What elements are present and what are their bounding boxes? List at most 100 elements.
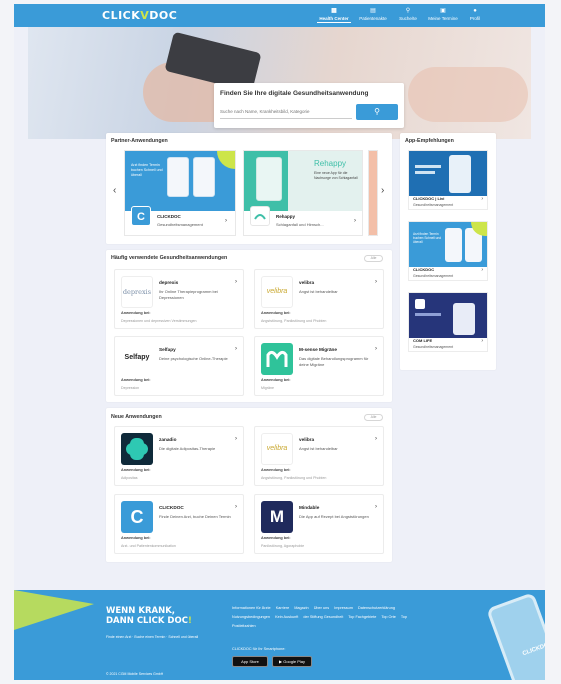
app-card-deprexis[interactable]: deprexis deprexis Ihr Online Therapiepro… (114, 269, 244, 329)
nav-meine-termine[interactable]: ▣ Meine Termine (426, 7, 460, 25)
recommendation-name: CLICKDOC | Livi (413, 196, 445, 201)
app-name: Selfapy (159, 347, 176, 352)
show-all-button[interactable]: Alle (364, 255, 383, 262)
partner-panel: Partner-Anwendungen ‹ › Arzt finden Term… (106, 133, 392, 244)
search-button[interactable]: ⚲ (356, 104, 398, 120)
user-icon: ● (473, 8, 477, 14)
recommendation-sub: Gesundheitsmanagement (413, 203, 454, 207)
app-name: deprexis (159, 280, 179, 285)
recommendation-card-livi[interactable]: CLICKDOC | Livi Gesundheitsmanagement › (408, 150, 488, 210)
partner-card-name: CLICKDOC (157, 214, 181, 219)
search-input[interactable] (220, 105, 352, 119)
footer-link[interactable]: Informationen für Ärzte (232, 606, 271, 610)
app-card-clickdoc[interactable]: C CLICKDOC Finde Deinen Arzt, buche Dein… (114, 494, 244, 554)
usage-label: Anwendung bei: (261, 311, 291, 315)
recommendation-card-com-life[interactable]: COM LIFE Gesundheitsmanagement › (408, 292, 488, 352)
partner-card-partial[interactable] (368, 150, 378, 236)
com-life-logo-icon (415, 299, 425, 309)
google-play-button[interactable]: ▶ Google Play (272, 656, 312, 667)
usage-label: Anwendung bei: (121, 536, 151, 540)
app-name: M-sense Migräne (299, 347, 338, 352)
app-card-velibra[interactable]: velibra velibra Angst ist behandelbar › … (254, 426, 384, 486)
recommendation-art (409, 151, 487, 196)
app-description: Deine psychologische Online-Therapie (159, 356, 228, 361)
chevron-right-icon: › (375, 346, 377, 352)
partner-card-rehappy[interactable]: Rehappy Eine neue App für die Nachsorge … (243, 150, 363, 236)
footer-link[interactable]: der Stiftung Gesundheit (303, 615, 343, 619)
search-title: Finden Sie Ihre digitale Gesundheitsanwe… (220, 90, 369, 97)
usage-value: Depression (121, 386, 140, 390)
app-name: Mindable (299, 505, 320, 510)
nav-health-center[interactable]: ▦ Health Center (317, 7, 351, 25)
logo[interactable]: CLICKVDOC (102, 9, 177, 22)
hero-hand-image (408, 67, 528, 122)
usage-value: Adipositas (121, 476, 138, 480)
slogan-line: WENN KRANK, (106, 606, 176, 616)
app-card-mindable[interactable]: M Mindable Die App auf Rezept bei Angsts… (254, 494, 384, 554)
app-description: Das digitale Behandlungsprogramm für dei… (299, 356, 369, 367)
app-description: Finde Deinen Arzt, buche Deinen Termin (159, 514, 231, 519)
velibra-logo-text: velibra (266, 445, 288, 452)
footer-link[interactable]: Nutzungsbedingungen (232, 615, 270, 619)
search-icon: ⚲ (405, 8, 411, 14)
hero-banner: Finden Sie Ihre digitale Gesundheitsanwe… (28, 27, 531, 139)
app-card-selfapy[interactable]: Selfapy Selfapy Deine psychologische Onl… (114, 336, 244, 396)
footer-link[interactable]: Top Orte (381, 615, 396, 619)
nav-suche[interactable]: ⚲ Suche/te (394, 7, 422, 25)
app-description: Die digitale Adipositas-Therapie (159, 446, 216, 451)
app-name: CLICKDOC (159, 505, 184, 510)
chevron-right-icon: › (235, 279, 237, 285)
art-line (415, 313, 441, 316)
section-title: Häufig verwendete Gesundheitsanwendungen (111, 255, 228, 261)
footer-link[interactable]: Über uns (314, 606, 329, 610)
clickdoc-logo-text: C (130, 507, 144, 527)
app-description: Angst ist behandelbar (299, 446, 338, 451)
chevron-right-icon: › (235, 436, 237, 442)
recommendation-card-clickdoc[interactable]: Arzt finden Termin buchen Schnell und üb… (408, 221, 488, 281)
calendar-icon: ▣ (440, 8, 446, 14)
recommendation-art (409, 293, 487, 338)
footer-link[interactable]: Kein Auskunft (275, 615, 298, 619)
app-card-zanadio[interactable]: zanadio Die digitale Adipositas-Therapie… (114, 426, 244, 486)
art-line (415, 165, 441, 168)
recommendation-sub: Gesundheitsmanagement (413, 274, 454, 278)
usage-value: Angststörung, Panikstörung und Phobien (261, 476, 327, 480)
carousel-prev-button[interactable]: ‹ (113, 185, 116, 196)
deprexis-logo: deprexis (121, 276, 153, 308)
partner-card-art-text: Arzt finden Termin buchen Schnell und üb… (131, 163, 163, 177)
section-title: App-Empfehlungen (405, 138, 454, 144)
footer-link[interactable]: Magazin (294, 606, 308, 610)
partner-card-clickdoc[interactable]: Arzt finden Termin buchen Schnell und üb… (124, 150, 236, 236)
show-all-button[interactable]: Alle (364, 414, 383, 421)
grid-icon: ▦ (331, 8, 337, 14)
page: CLICKVDOC ▦ Health Center ▤ Patientenakte … (14, 4, 545, 680)
chevron-right-icon: › (481, 338, 483, 344)
footer-link[interactable]: Datenschutzerklärung (358, 606, 395, 610)
usage-value: Angststörung, Panikstörung und Phobien (261, 319, 327, 323)
nav-patientenakte[interactable]: ▤ Patientenakte (356, 7, 390, 25)
usage-value: Panikstörung, Agoraphobie (261, 544, 305, 548)
app-card-m-sense[interactable]: M-sense Migräne Das digitale Behandlungs… (254, 336, 384, 396)
footer-link[interactable]: Impressum (334, 606, 353, 610)
usage-value: Depressionen und depressiven Verstimmung… (121, 319, 197, 323)
usage-label: Anwendung bei: (261, 468, 291, 472)
chevron-right-icon: › (481, 267, 483, 273)
footer-copyright: © 2021 CGM Mobile Services GmbH (106, 672, 164, 676)
footer-slogan: WENN KRANK, DANN CLICK DOC! (106, 606, 192, 626)
top-bar: CLICKVDOC ▦ Health Center ▤ Patientenakte … (14, 4, 545, 27)
selfapy-logo-text: Selfapy (124, 354, 150, 361)
app-card-velibra[interactable]: velibra velibra Angst ist behandelbar › … (254, 269, 384, 329)
app-store-button[interactable]: App Store (232, 656, 268, 667)
accent-shape (217, 151, 235, 169)
partner-card-art: Rehappy Eine neue App für die Nachsorge … (244, 151, 362, 211)
footer-link[interactable]: Top Fachgebiete (348, 615, 376, 619)
recommendation-art: Arzt finden Termin buchen Schnell und üb… (409, 222, 487, 267)
footer-subline: Finde einen Arzt · Buche einen Termin · … (106, 635, 199, 639)
nav-profil[interactable]: ● Profil (464, 7, 486, 25)
footer-apps-title: CLICKDOC für Ihr Smartphone: (232, 647, 286, 651)
chevron-right-icon: › (235, 346, 237, 352)
mindable-logo: M (261, 501, 293, 533)
carousel-next-button[interactable]: › (381, 185, 384, 196)
footer-link[interactable]: Karriere (276, 606, 290, 610)
search-icon: ⚲ (374, 107, 380, 116)
